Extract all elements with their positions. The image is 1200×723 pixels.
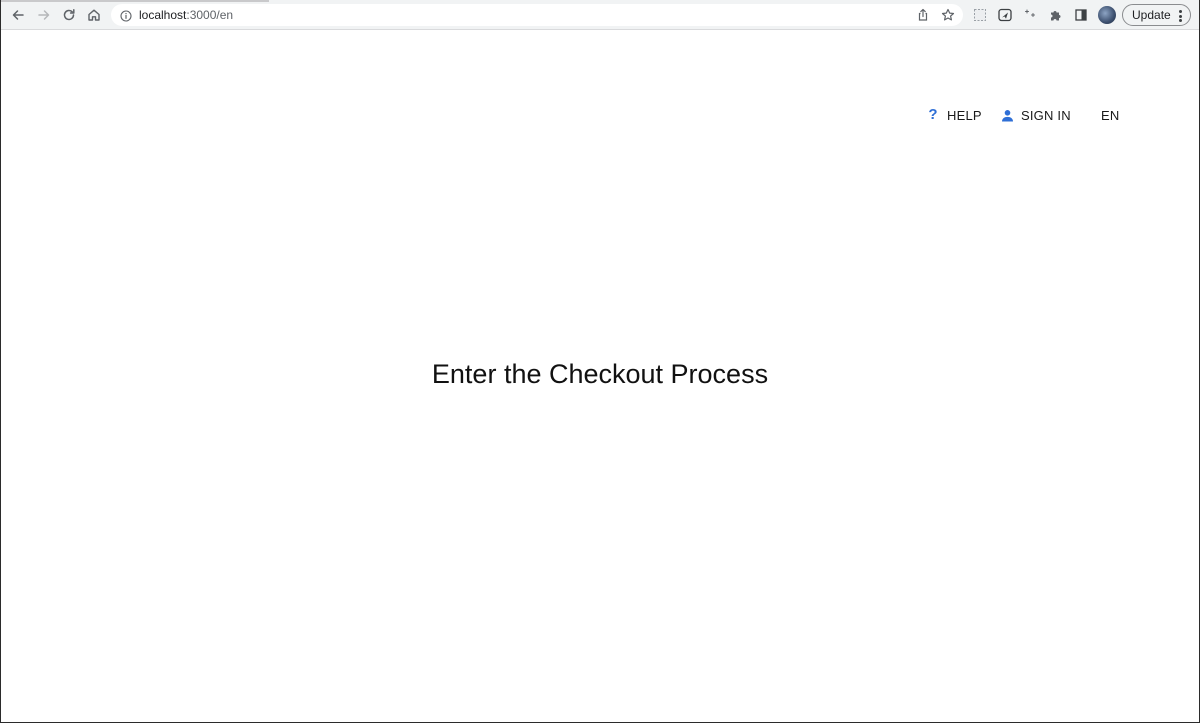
home-icon[interactable] <box>84 5 104 25</box>
back-arrow-icon[interactable] <box>8 5 28 25</box>
url-path: :3000/en <box>186 8 234 22</box>
kebab-menu-icon[interactable] <box>1179 10 1182 22</box>
browser-window: localhost:3000/en Update ? HELP SIGN IN … <box>0 0 1200 723</box>
send-extension-icon[interactable] <box>996 6 1014 24</box>
info-icon[interactable] <box>120 9 132 22</box>
screenshot-extension-icon[interactable] <box>971 6 989 24</box>
sign-in-link[interactable]: SIGN IN <box>1000 106 1071 124</box>
reload-icon[interactable] <box>59 5 79 25</box>
update-button[interactable]: Update <box>1122 4 1191 26</box>
avatar[interactable] <box>1098 6 1116 24</box>
puzzle-icon[interactable] <box>1047 6 1065 24</box>
person-icon <box>1000 107 1014 123</box>
page-title: Enter the Checkout Process <box>431 359 769 389</box>
address-bar[interactable]: localhost:3000/en <box>111 4 963 26</box>
side-panel-icon[interactable] <box>1072 6 1090 24</box>
url-text[interactable]: localhost:3000/en <box>139 8 233 22</box>
help-link[interactable]: ? HELP <box>926 106 982 124</box>
language-selector[interactable]: EN <box>1101 106 1119 124</box>
tab-strip-edge <box>1 0 269 2</box>
help-label: HELP <box>947 107 982 123</box>
question-icon: ? <box>928 106 938 123</box>
star-icon[interactable] <box>940 7 956 23</box>
language-label: EN <box>1101 107 1120 123</box>
url-host: localhost <box>139 8 187 22</box>
share-icon[interactable] <box>915 7 931 23</box>
forward-arrow-icon[interactable] <box>34 5 54 25</box>
sign-in-label: SIGN IN <box>1021 107 1071 123</box>
sparkle-extension-icon[interactable] <box>1021 6 1039 24</box>
browser-toolbar: localhost:3000/en Update <box>1 0 1199 30</box>
update-label: Update <box>1132 8 1171 22</box>
